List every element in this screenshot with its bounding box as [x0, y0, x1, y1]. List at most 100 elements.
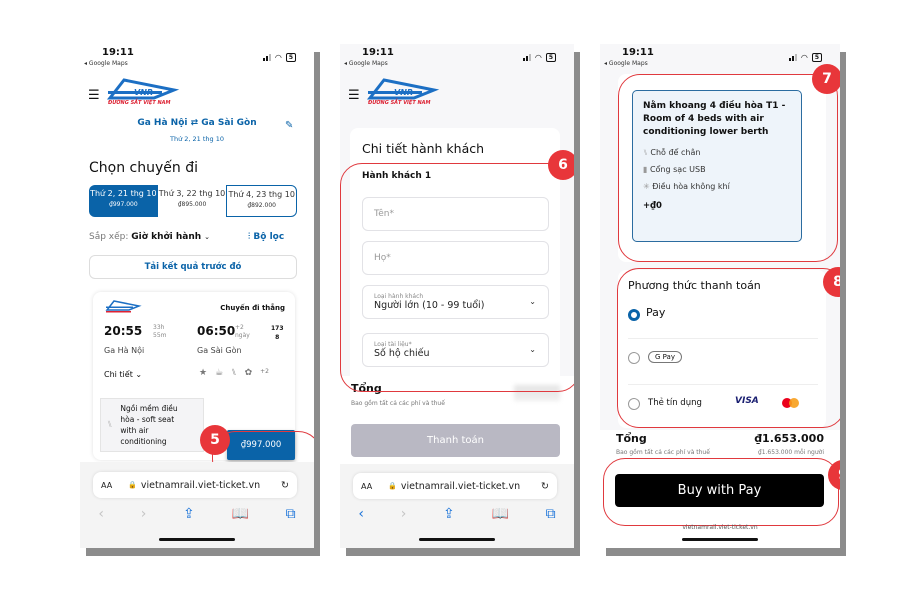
star-icon: ★ [199, 368, 208, 378]
duration-hours: 33h [153, 324, 165, 331]
details-label: Chi tiết [104, 370, 133, 379]
tabs-icon[interactable]: ⧉ [546, 506, 556, 522]
sort-value: Giờ khởi hành [131, 232, 202, 242]
date-tabs: Thứ 2, 21 thg 10 ₫997.000 Thứ 3, 22 thg 1… [89, 185, 297, 217]
destination-station: Ga Sài Gòn [201, 118, 257, 128]
battery-icon: 5 [285, 53, 296, 62]
reader-aa-button[interactable]: AA [361, 482, 372, 491]
depart-station: Ga Hà Nội [104, 346, 145, 355]
lock-icon: 🔒 [128, 481, 137, 489]
back-icon[interactable]: ‹ [98, 506, 104, 522]
date-tab-selected[interactable]: Thứ 2, 21 thg 10 ₫997.000 [89, 185, 158, 217]
per-person-price: ₫1.653.000 mỗi người [757, 449, 824, 456]
reader-aa-button[interactable]: AA [101, 481, 112, 490]
sort-label: Sắp xếp: [89, 232, 129, 242]
meal-icon: ☕ [215, 368, 224, 378]
vnr-logo: VNRĐƯỜNG SẮT VIỆT NAM [366, 78, 440, 106]
share-icon[interactable]: ⇪ [443, 506, 455, 522]
date-tab-label: Thứ 2, 21 thg 10 [90, 189, 157, 198]
page-title: Chọn chuyến đi [89, 160, 198, 176]
date-tab-price: ₫895.000 [177, 201, 207, 208]
day-offset: +2 ngày [235, 324, 250, 340]
day-offset-unit: ngày [235, 332, 250, 339]
forward-icon[interactable]: › [401, 506, 407, 522]
day-offset-value: +2 [235, 324, 244, 331]
sort-dropdown[interactable]: Sắp xếp: Giờ khởi hành ⌄ [89, 232, 210, 242]
url-text: vietnamrail.viet-ticket.vn [400, 480, 521, 492]
signal-icon [262, 54, 271, 61]
annotation-outline-7 [618, 74, 838, 262]
duration-minutes: 55m [153, 332, 167, 339]
browser-nav: ‹ › ⇪ 📖 ⧉ [340, 506, 574, 522]
back-to-app-link[interactable]: ◂ Google Maps [344, 60, 388, 67]
section-title: Chi tiết hành khách [362, 141, 485, 156]
menu-icon[interactable]: ☰ [348, 88, 360, 103]
svg-text:ĐƯỜNG SẮT VIỆT NAM: ĐƯỜNG SẮT VIỆT NAM [367, 98, 431, 106]
menu-icon[interactable]: ☰ [88, 88, 100, 103]
back-to-app-link[interactable]: ◂ Google Maps [604, 60, 648, 67]
details-toggle[interactable]: Chi tiết ⌄ [104, 370, 142, 379]
chevron-down-icon: ⌄ [204, 233, 210, 241]
forward-icon[interactable]: › [141, 506, 147, 522]
browser-nav: ‹ › ⇪ 📖 ⧉ [80, 506, 314, 522]
more-amenities: +2 [260, 368, 269, 375]
back-to-app-link[interactable]: ◂ Google Maps [84, 60, 128, 67]
reload-icon[interactable]: ↻ [281, 480, 289, 491]
arrive-time: 06:50 [197, 324, 236, 338]
bookmarks-icon[interactable]: 📖 [491, 506, 508, 522]
wifi-icon: ◠ [274, 53, 282, 62]
date-tab-label: Thứ 4, 23 thg 10 [228, 190, 295, 199]
svg-text:VNR: VNR [134, 88, 153, 97]
service-icon: ✿ [244, 368, 253, 378]
battery-icon: 5 [811, 53, 822, 62]
status-icons: ◠ 5 [522, 53, 556, 62]
wifi-icon: ◠ [800, 53, 808, 62]
chevron-down-icon: ⌄ [135, 370, 143, 379]
seat-icon: ⑊ [107, 420, 113, 430]
status-time: 19:11 [622, 47, 654, 58]
train-number-line1: 173 [271, 325, 284, 332]
date-tab[interactable]: Thứ 4, 23 thg 10 ₫892.000 [226, 185, 297, 217]
edit-icon[interactable]: ✎ [285, 120, 293, 131]
filter-icon: ⫶ [248, 232, 251, 242]
home-indicator [419, 538, 495, 541]
home-indicator [682, 538, 758, 541]
address-bar[interactable]: AA 🔒 vietnamrail.viet-ticket.vn ↻ [93, 472, 297, 498]
status-icons: ◠ 5 [262, 53, 296, 62]
duration: 33h 55m [153, 324, 166, 340]
swap-icon[interactable]: ⇄ [191, 118, 199, 128]
share-icon[interactable]: ⇪ [183, 506, 195, 522]
trip-type: Chuyến đi thẳng [220, 304, 285, 312]
date-tab[interactable]: Thứ 3, 22 thg 10 ₫895.000 [158, 185, 227, 217]
reload-icon[interactable]: ↻ [541, 481, 549, 492]
address-bar[interactable]: AA 🔒 vietnamrail.viet-ticket.vn ↻ [353, 473, 557, 499]
signal-icon [788, 54, 797, 61]
bookmarks-icon[interactable]: 📖 [231, 506, 248, 522]
filter-button[interactable]: ⫶ Bộ lọc [248, 232, 284, 242]
date-tab-label: Thứ 3, 22 thg 10 [158, 189, 226, 198]
train-number: 173 8 [271, 324, 284, 342]
route-date: Thứ 2, 21 thg 10 [169, 135, 224, 143]
amenity-icons: ★ ☕ ⑊ ✿ +2 [199, 368, 269, 378]
signal-icon [522, 54, 531, 61]
tabs-icon[interactable]: ⧉ [286, 506, 296, 522]
load-previous-button[interactable]: Tải kết quả trước đó [89, 255, 297, 279]
arrive-station: Ga Sài Gòn [197, 346, 242, 355]
route[interactable]: Ga Hà Nội ⇄ Ga Sài Gòn [80, 118, 314, 128]
back-icon[interactable]: ‹ [358, 506, 364, 522]
total-note: Bao gồm tất cả các phí và thuế [351, 400, 445, 407]
svg-text:ĐƯỜNG SẮT VIỆT NAM: ĐƯỜNG SẮT VIỆT NAM [107, 98, 171, 106]
pay-button[interactable]: Thanh toán [351, 424, 560, 457]
status-time: 19:11 [102, 47, 134, 58]
total-value: ₫1.653.000 [754, 432, 824, 445]
status-time: 19:11 [362, 47, 394, 58]
total-note: Bao gồm tất cả các phí và thuế [616, 449, 710, 456]
lock-icon: 🔒 [388, 482, 397, 490]
phone-screen-passenger-details: 19:11 ◂ Google Maps ◠ 5 ☰ VNR ĐƯỜNG SẮT VI… [340, 44, 574, 548]
step-badge-5: 5 [200, 425, 230, 455]
origin-station: Ga Hà Nội [137, 118, 188, 128]
svg-text:VNR: VNR [394, 88, 413, 97]
battery-icon: 5 [545, 53, 556, 62]
home-indicator [159, 538, 235, 541]
phone-screen-trip-selection: 19:11 ◂ Google Maps ◠ 5 ☰ VNR ĐƯỜNG SẮT VI… [80, 44, 314, 548]
